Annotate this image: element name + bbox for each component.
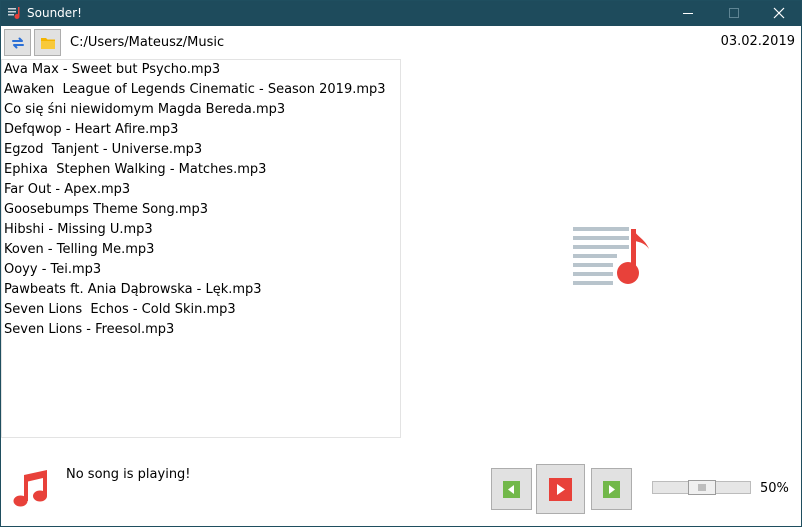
folder-icon bbox=[41, 38, 55, 49]
refresh-button[interactable] bbox=[4, 29, 31, 56]
song-list-item[interactable]: Awaken League of Legends Cinematic - Sea… bbox=[2, 80, 400, 100]
song-list-item[interactable]: Koven - Telling Me.mp3 bbox=[2, 240, 400, 260]
play-icon bbox=[549, 478, 572, 501]
minimize-icon bbox=[683, 13, 693, 14]
song-list-item[interactable]: Pawbeats ft. Ania Dąbrowska - Lęk.mp3 bbox=[2, 280, 400, 300]
maximize-icon bbox=[729, 8, 739, 18]
song-list-item[interactable]: Ooyy - Tei.mp3 bbox=[2, 260, 400, 280]
app-icon bbox=[8, 7, 20, 19]
song-list-item[interactable]: Egzod Tanjent - Universe.mp3 bbox=[2, 140, 400, 160]
previous-icon bbox=[503, 481, 520, 498]
title-bar[interactable]: Sounder! bbox=[1, 1, 801, 26]
maximize-button[interactable] bbox=[711, 1, 757, 26]
current-date: 03.02.2019 bbox=[720, 34, 795, 49]
song-list-item[interactable]: Seven Lions Echos - Cold Skin.mp3 bbox=[2, 300, 400, 320]
close-icon bbox=[773, 7, 785, 19]
grip-icon bbox=[698, 484, 705, 491]
music-folder-path: C:/Users/Mateusz/Music bbox=[70, 35, 225, 50]
song-list-item[interactable]: Co się śni niewidomym Magda Bereda.mp3 bbox=[2, 100, 400, 120]
song-list-item[interactable]: Far Out - Apex.mp3 bbox=[2, 180, 400, 200]
playlist-music-icon bbox=[573, 227, 649, 285]
refresh-icon bbox=[12, 37, 24, 49]
next-icon bbox=[603, 481, 620, 498]
song-list[interactable]: Ava Max - Sweet but Psycho.mp3 Awaken Lea… bbox=[1, 59, 401, 438]
song-list-item[interactable]: Hibshi - Missing U.mp3 bbox=[2, 220, 400, 240]
window-title: Sounder! bbox=[27, 6, 82, 20]
minimize-button[interactable] bbox=[665, 1, 711, 26]
app-window: Sounder! C:/Users/Mateusz/Music 03.02.20… bbox=[0, 0, 802, 527]
song-list-item[interactable]: Seven Lions - Freesol.mp3 bbox=[2, 320, 400, 340]
previous-button[interactable] bbox=[491, 468, 532, 510]
open-folder-button[interactable] bbox=[34, 29, 61, 56]
play-button[interactable] bbox=[536, 464, 585, 514]
song-list-item[interactable]: Ephixa Stephen Walking - Matches.mp3 bbox=[2, 160, 400, 180]
close-button[interactable] bbox=[756, 1, 801, 26]
music-note-icon bbox=[13, 470, 47, 507]
volume-slider-thumb[interactable] bbox=[687, 480, 716, 495]
song-list-item[interactable]: Ava Max - Sweet but Psycho.mp3 bbox=[2, 60, 400, 80]
volume-percent-label: 50% bbox=[760, 481, 789, 496]
song-list-item[interactable]: Defqwop - Heart Afire.mp3 bbox=[2, 120, 400, 140]
volume-slider[interactable] bbox=[652, 480, 751, 495]
next-button[interactable] bbox=[591, 468, 632, 510]
now-playing-text: No song is playing! bbox=[66, 467, 191, 482]
song-list-item[interactable]: Goosebumps Theme Song.mp3 bbox=[2, 200, 400, 220]
